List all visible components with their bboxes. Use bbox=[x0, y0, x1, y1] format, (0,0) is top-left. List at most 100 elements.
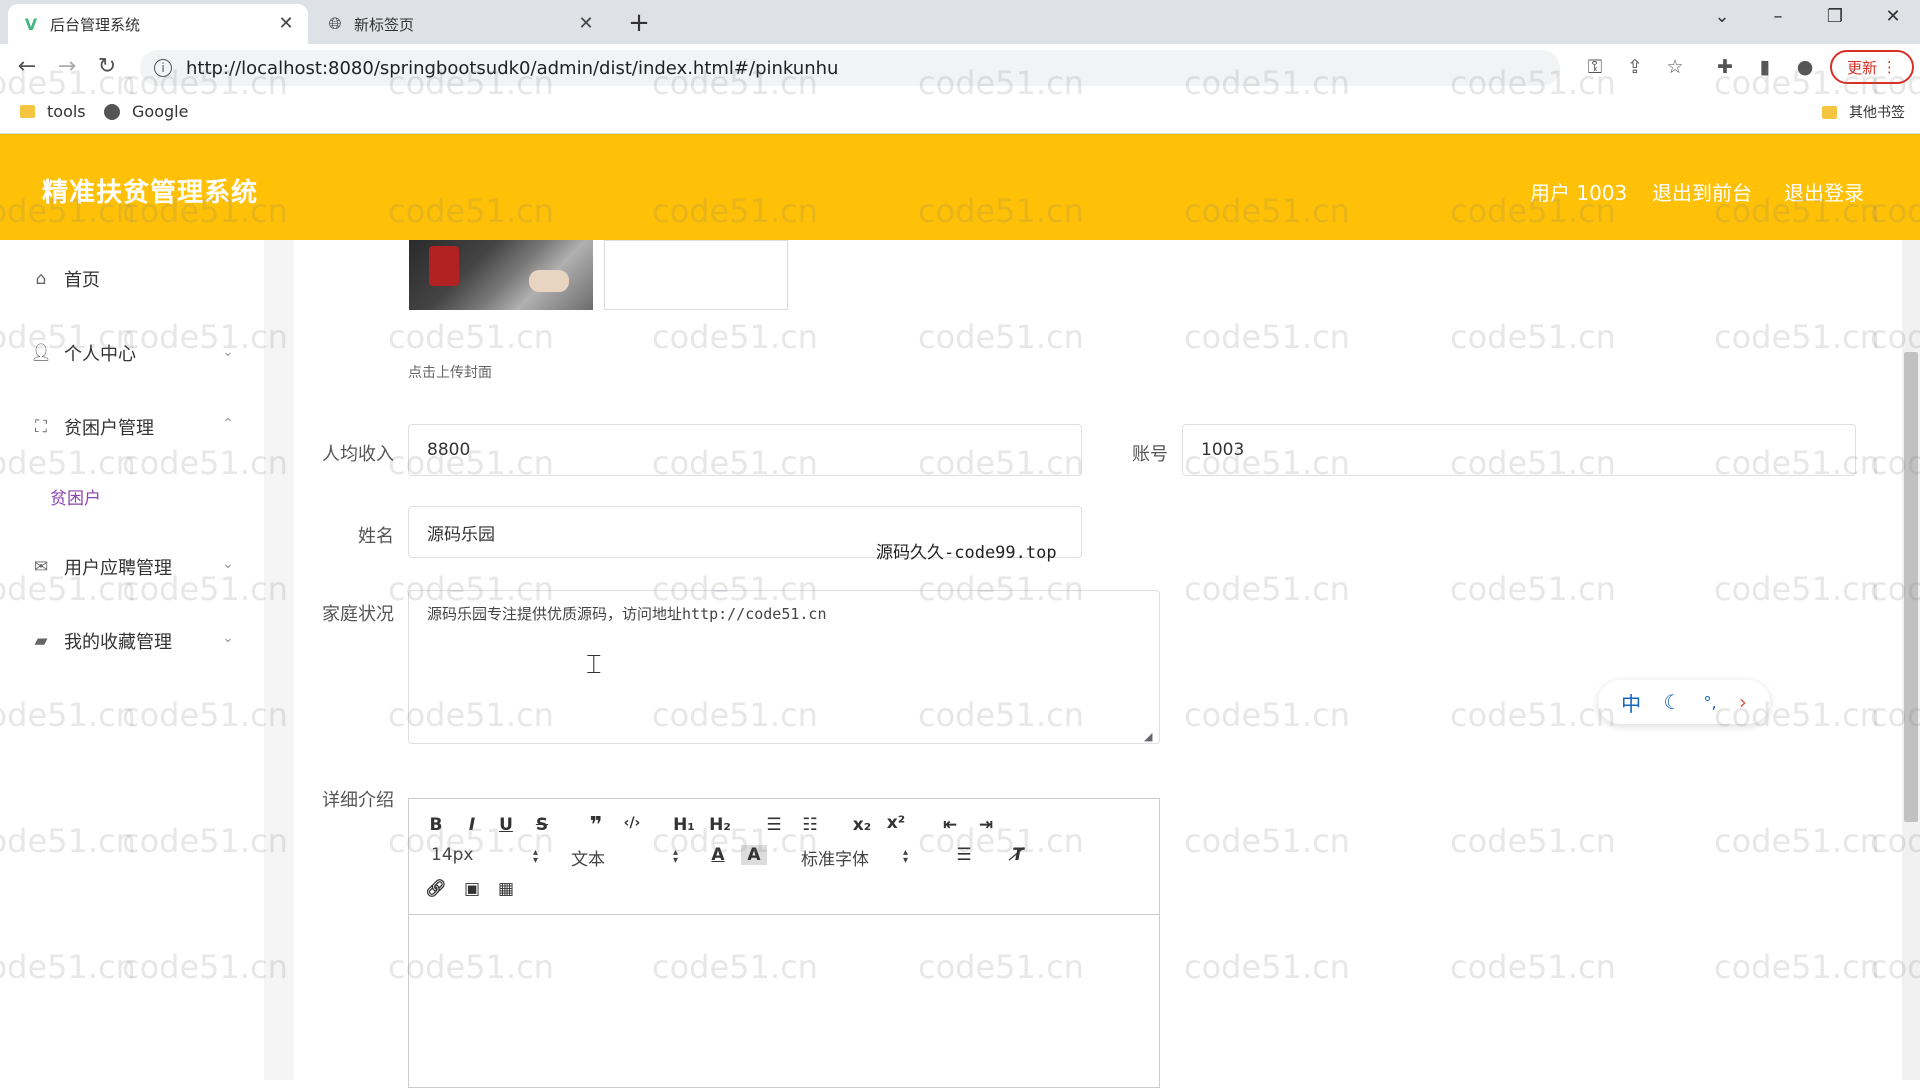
sidebar-item-favorites[interactable]: ▰ 我的收藏管理 bbox=[30, 628, 172, 654]
indent-icon[interactable]: ⇥ bbox=[973, 815, 999, 835]
font-family-select[interactable]: 标准字体 ▴ ▾ bbox=[801, 845, 911, 871]
watermark-text: code51.cn bbox=[1450, 570, 1616, 608]
watermark-text: code51.cn bbox=[1184, 318, 1350, 356]
close-window-button[interactable]: ✕ bbox=[1878, 6, 1908, 27]
mail-icon: ✉ bbox=[33, 557, 49, 577]
tab-admin[interactable]: V 后台管理系统 ✕ bbox=[8, 4, 308, 44]
bookmark-tools[interactable]: tools bbox=[20, 102, 86, 121]
update-button[interactable]: 更新 ⋮ bbox=[1830, 50, 1914, 84]
folder-icon bbox=[20, 105, 35, 118]
italic-icon[interactable]: I bbox=[459, 815, 485, 835]
h1-icon[interactable]: H₁ bbox=[671, 815, 697, 835]
ime-mode-label[interactable]: 中 bbox=[1621, 688, 1641, 717]
address-bar-row: ← → ↻ i http://localhost:8080/springboot… bbox=[0, 44, 1920, 92]
sidebar-item-label: 用户应聘管理 bbox=[64, 558, 172, 579]
sidebar-item-label: 我的收藏管理 bbox=[64, 632, 172, 653]
extensions-icon[interactable]: ✚ bbox=[1712, 56, 1738, 78]
sidepanel-icon[interactable]: ▮ bbox=[1752, 56, 1778, 78]
bookmark-google[interactable]: Google bbox=[104, 102, 188, 121]
share-icon[interactable]: ⇪ bbox=[1622, 56, 1648, 78]
chevron-down-icon: ⌄ bbox=[222, 630, 234, 646]
exit-front-link[interactable]: 退出到前台 bbox=[1652, 177, 1752, 206]
punctuation-icon[interactable]: °, bbox=[1704, 693, 1717, 712]
font-family-value: 标准字体 bbox=[801, 850, 869, 870]
key-icon[interactable]: ⚿ bbox=[1582, 56, 1608, 78]
star-icon[interactable]: ☆ bbox=[1662, 56, 1688, 78]
watermark-text: code51.cn bbox=[1714, 948, 1880, 986]
select-arrows-icon: ▴ ▾ bbox=[903, 847, 909, 866]
close-tab-icon[interactable]: ✕ bbox=[576, 13, 596, 34]
sidebar-subitem-poverty-household[interactable]: 贫困户 bbox=[50, 484, 101, 509]
user-label[interactable]: 用户 1003 bbox=[1530, 177, 1627, 206]
align-icon[interactable]: ☰ bbox=[951, 845, 977, 865]
sidebar: ⌂ 首页 👤︎ 个人中心 ⌄ ⛶ 贫困户管理 ⌃ 贫困户 ✉ 用户应聘管理 ⌄ … bbox=[0, 240, 264, 1080]
tab-title: 后台管理系统 bbox=[50, 15, 141, 34]
forward-button[interactable]: → bbox=[52, 54, 82, 79]
resize-handle-icon[interactable]: ◢ bbox=[1144, 730, 1152, 743]
scrollbar-thumb[interactable] bbox=[1904, 352, 1918, 822]
info-icon[interactable]: i bbox=[154, 59, 172, 77]
code-icon[interactable]: ‹/› bbox=[619, 815, 645, 831]
watermark-text: code51.cn bbox=[1184, 570, 1350, 608]
format-select[interactable]: 文本 ▴ ▾ bbox=[571, 845, 681, 871]
watermark-text: code51.cn bbox=[1184, 822, 1350, 860]
rich-text-editor[interactable]: B I U S ❞ ‹/› H₁ H₂ ☰ ☷ x₂ x² ⇤ ⇥ 14px ▴… bbox=[408, 798, 1160, 1088]
link-icon[interactable]: 🔗︎ bbox=[423, 879, 449, 899]
back-button[interactable]: ← bbox=[12, 54, 42, 79]
watermark-text: code51.cn bbox=[1714, 822, 1880, 860]
font-size-value: 14px bbox=[431, 845, 474, 865]
sidebar-item-jobs[interactable]: ✉ 用户应聘管理 bbox=[30, 554, 172, 580]
bookmarks-bar: tools Google 其他书签 bbox=[0, 92, 1920, 134]
subscript-icon[interactable]: x₂ bbox=[849, 815, 875, 835]
restore-button[interactable]: ❐ bbox=[1820, 6, 1850, 27]
watermark-text: code51.cn bbox=[388, 318, 554, 356]
font-size-select[interactable]: 14px ▴ ▾ bbox=[431, 845, 541, 866]
sidebar-item-profile[interactable]: 👤︎ 个人中心 bbox=[30, 340, 136, 366]
bookmark-label: 其他书签 bbox=[1849, 105, 1905, 121]
select-arrows-icon: ▴ ▾ bbox=[533, 847, 539, 866]
reload-button[interactable]: ↻ bbox=[92, 54, 122, 79]
ime-floating-toolbar[interactable]: 中 ☾ °, › bbox=[1598, 680, 1770, 724]
ordered-list-icon[interactable]: ☰ bbox=[761, 815, 787, 835]
cover-image[interactable] bbox=[409, 240, 593, 310]
blockquote-icon[interactable]: ❞ bbox=[583, 813, 609, 838]
minimize-button[interactable]: – bbox=[1763, 6, 1793, 27]
url-input[interactable]: i http://localhost:8080/springbootsudk0/… bbox=[140, 50, 1560, 86]
new-tab-button[interactable]: + bbox=[624, 8, 654, 38]
strikethrough-icon[interactable]: S bbox=[529, 815, 555, 835]
outdent-icon[interactable]: ⇤ bbox=[937, 815, 963, 835]
h2-icon[interactable]: H₂ bbox=[707, 815, 733, 835]
logout-link[interactable]: 退出登录 bbox=[1784, 177, 1864, 206]
tab-new[interactable]: 🌐︎ 新标签页 ✕ bbox=[312, 4, 608, 44]
image-icon[interactable]: ▣ bbox=[459, 879, 485, 899]
family-textarea[interactable]: 源码乐园专注提供优质源码，访问地址http://code51.cn bbox=[408, 590, 1160, 744]
chevron-right-icon[interactable]: › bbox=[1739, 690, 1747, 714]
content-gutter bbox=[264, 240, 294, 1080]
sidebar-item-home[interactable]: ⌂ 首页 bbox=[30, 266, 100, 292]
background-color-icon[interactable]: A bbox=[741, 845, 767, 865]
watermark-text: code51.cn bbox=[1450, 948, 1616, 986]
superscript-icon[interactable]: x² bbox=[883, 813, 909, 833]
income-input[interactable]: 8800 bbox=[408, 424, 1082, 476]
watermark-text: code51.cn bbox=[652, 318, 818, 356]
moon-icon[interactable]: ☾ bbox=[1663, 690, 1681, 714]
close-tab-icon[interactable]: ✕ bbox=[276, 13, 296, 34]
video-icon[interactable]: ▦ bbox=[493, 879, 519, 899]
watermark-text: code51.cn bbox=[918, 318, 1084, 356]
profile-icon[interactable]: ● bbox=[1792, 56, 1818, 78]
upload-box[interactable] bbox=[604, 240, 788, 310]
font-color-icon[interactable]: A bbox=[705, 845, 731, 865]
chevron-down-icon[interactable]: ⌄ bbox=[1707, 6, 1737, 27]
watermark-text: code51.cn bbox=[1184, 696, 1350, 734]
watermark-text: code51.cn bbox=[1714, 318, 1880, 356]
chevron-down-icon: ⌄ bbox=[222, 344, 234, 360]
underline-icon[interactable]: U bbox=[493, 815, 519, 835]
bullet-list-icon[interactable]: ☷ bbox=[797, 815, 823, 835]
clear-format-icon[interactable]: T̸ bbox=[1005, 845, 1031, 865]
account-input[interactable]: 1003 bbox=[1182, 424, 1856, 476]
sidebar-item-poverty[interactable]: ⛶ 贫困户管理 bbox=[30, 414, 154, 440]
app-title: 精准扶贫管理系统 bbox=[42, 178, 259, 208]
watermark-text: code51.cn bbox=[1450, 318, 1616, 356]
bookmark-other[interactable]: 其他书签 bbox=[1822, 102, 1905, 122]
bold-icon[interactable]: B bbox=[423, 815, 449, 835]
